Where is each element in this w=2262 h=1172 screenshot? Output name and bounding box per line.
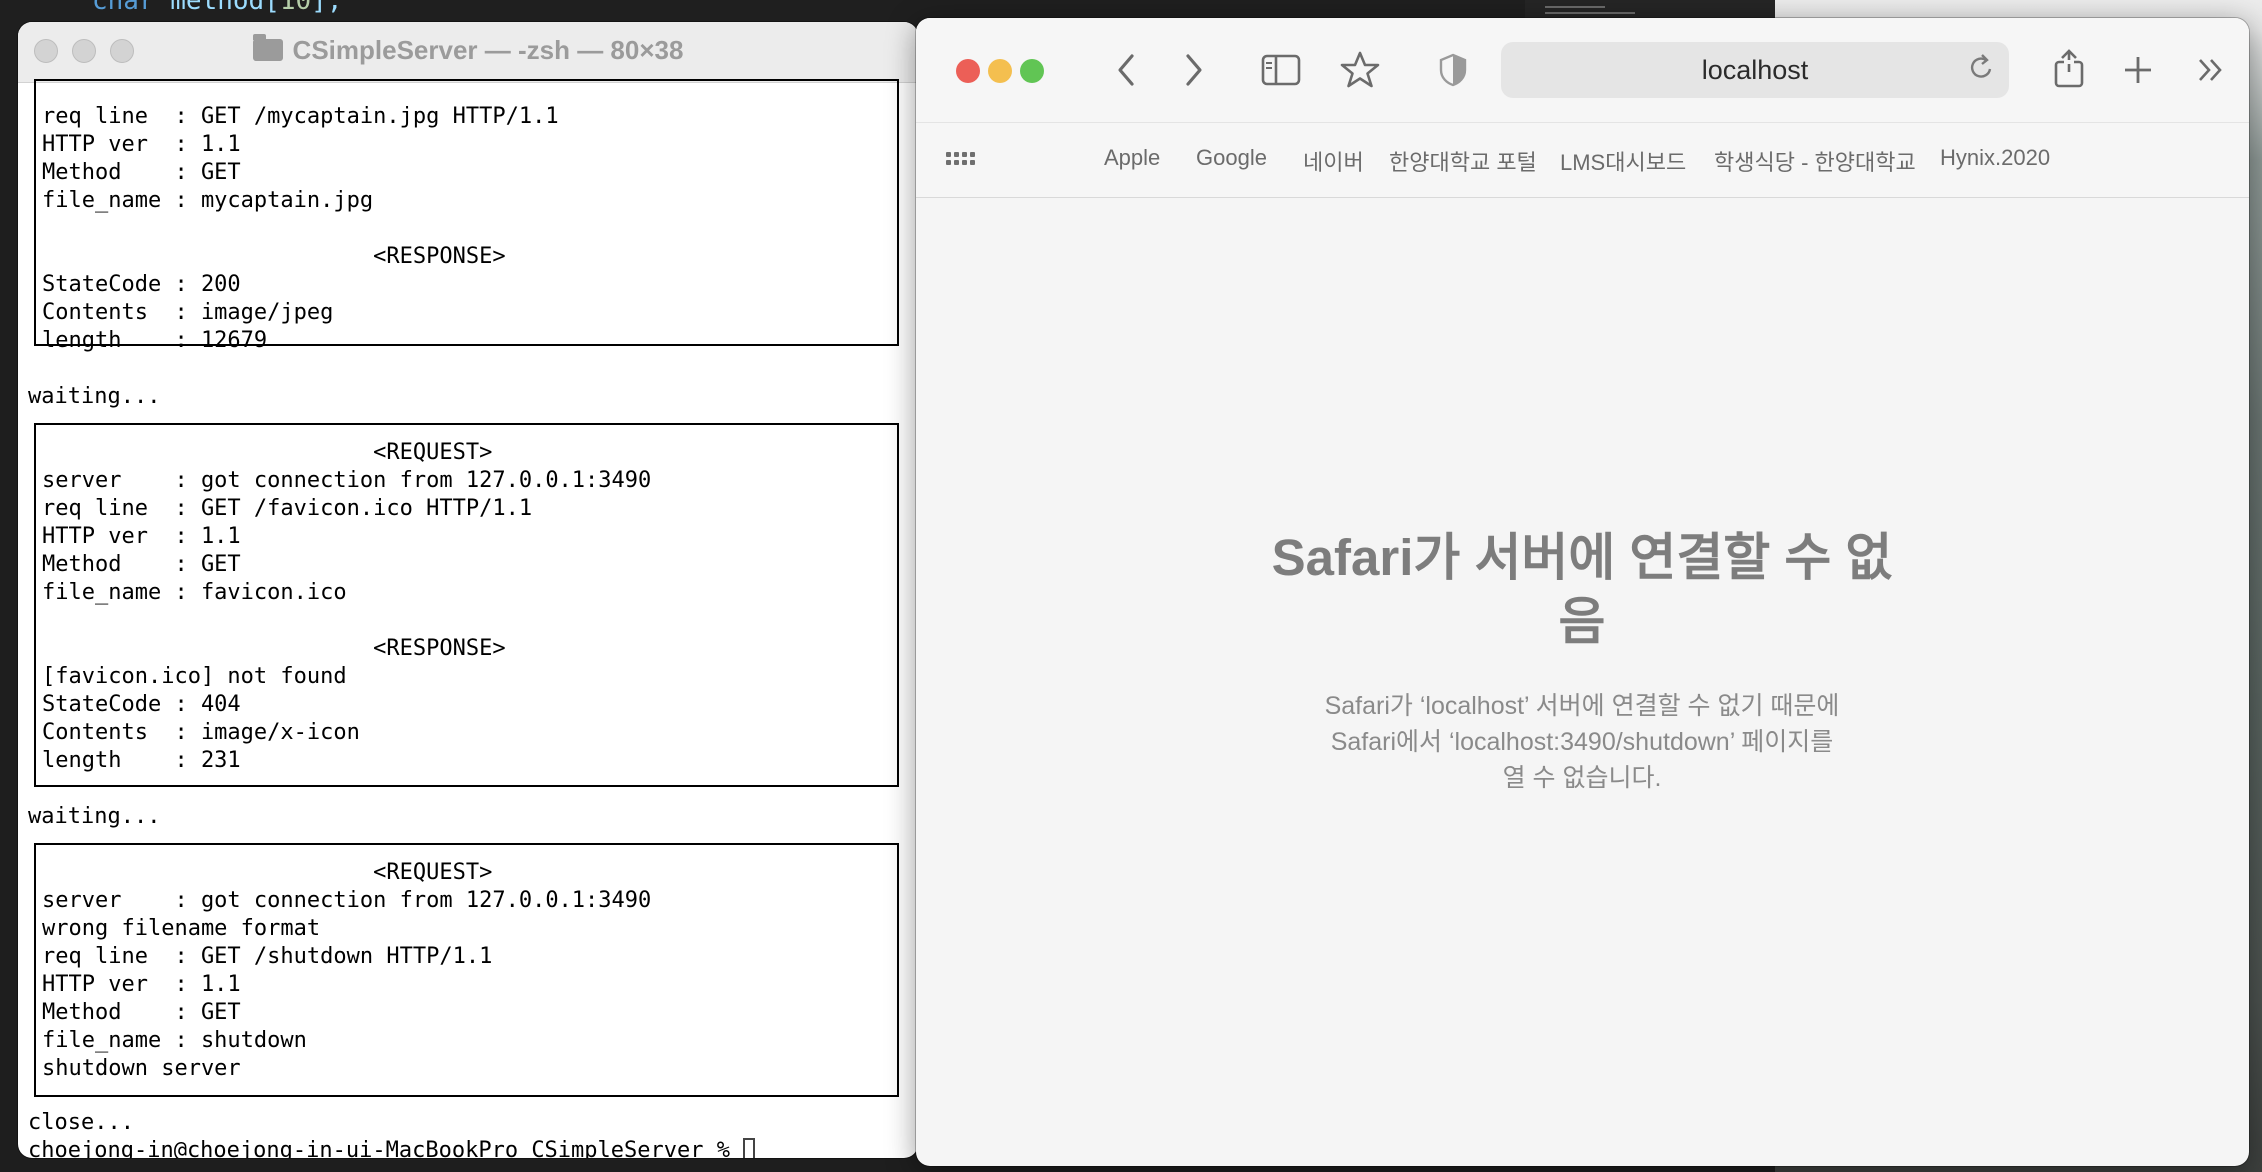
log-line: wrong filename format [42,916,321,941]
terminal-titlebar[interactable]: CSimpleServer — -zsh — 80×38 [18,22,918,83]
shell-prompt[interactable]: choejong-in@choejong-in-ui-MacBookPro CS… [28,1137,756,1158]
favorite-naver[interactable]: 네이버 [1303,145,1364,177]
shield-icon[interactable] [1438,52,1468,88]
reload-icon[interactable] [1969,52,1995,82]
new-tab-icon[interactable] [2122,54,2154,86]
address-bar[interactable]: localhost [1501,42,2009,98]
log-line: server : got connection from 127.0.0.1:3… [42,468,652,493]
log-line: <RESPONSE> [42,636,506,661]
favorite-lms-dashboard[interactable]: LMS대시보드 [1560,145,1686,177]
terminal-title: CSimpleServer — -zsh — 80×38 [18,34,918,66]
waiting-line: waiting... [28,804,161,829]
favorite-apple[interactable]: Apple [1104,145,1160,171]
favorite-student-cafeteria[interactable]: 학생식당 - 한양대학교 [1714,145,1916,177]
terminal-output[interactable]: req line : GET /mycaptain.jpg HTTP/1.1 H… [18,79,918,1158]
log-line: file_name : shutdown [42,1028,307,1053]
error-title: Safari가 서버에 연결할 수 없 음 [1271,529,1893,650]
log-line: file_name : favicon.ico [42,580,347,605]
forward-icon[interactable] [1182,52,1206,88]
url-text: localhost [1701,55,1809,85]
log-line: Method : GET [42,1000,241,1025]
more-icon[interactable] [2196,56,2226,84]
safari-zoom-button[interactable] [1020,59,1044,83]
favorite-google[interactable]: Google [1196,145,1267,171]
log-line: file_name : mycaptain.jpg [42,188,374,213]
log-line: HTTP ver : 1.1 [42,524,241,549]
back-icon[interactable] [1114,52,1138,88]
editor-code-line: char method[10]; [92,0,343,16]
log-line: <RESPONSE> [42,244,506,269]
safari-minimize-button[interactable] [988,59,1012,83]
log-line: req line : GET /favicon.ico HTTP/1.1 [42,496,533,521]
share-icon[interactable] [2052,48,2086,88]
log-line: shutdown server [42,1056,241,1081]
log-line: length : 231 [42,748,241,773]
folder-icon [252,34,283,61]
log-line: length : 12679 [42,328,268,353]
favorite-hynix[interactable]: Hynix.2020 [1940,145,2050,171]
waiting-line: waiting... [28,384,161,409]
log-line: Method : GET [42,160,241,185]
favorite-hanyang-portal[interactable]: 한양대학교 포털 [1389,145,1537,177]
error-message: Safari가 ‘localhost’ 서버에 연결할 수 없기 때문에 Saf… [1324,692,1840,792]
safari-window[interactable]: localhost Apple Google 네이버 한양대학교 포털 LMS대… [916,18,2249,1166]
log-line: Contents : image/x-icon [42,720,360,745]
log-line: HTTP ver : 1.1 [42,132,241,157]
log-line: HTTP ver : 1.1 [42,972,241,997]
log-line: Contents : image/jpeg [42,300,334,325]
log-line: [favicon.ico] not found [42,664,347,689]
log-line: server : got connection from 127.0.0.1:3… [42,888,652,913]
favorites-bar: Apple Google 네이버 한양대학교 포털 LMS대시보드 학생식당 -… [916,122,2249,198]
log-line: StateCode : 404 [42,692,241,717]
safari-toolbar: localhost [916,18,2249,122]
star-icon[interactable] [1340,50,1380,90]
terminal-window[interactable]: CSimpleServer — -zsh — 80×38 req line : … [18,22,918,1158]
log-line: <REQUEST> [42,860,493,885]
log-line: req line : GET /mycaptain.jpg HTTP/1.1 [42,104,559,129]
safari-close-button[interactable] [956,59,980,83]
grid-icon[interactable] [946,152,976,170]
log-line: <REQUEST> [42,440,493,465]
log-line: StateCode : 200 [42,272,241,297]
log-line: req line : GET /shutdown HTTP/1.1 [42,944,493,969]
close-line: close... [28,1110,134,1135]
sidebar-icon[interactable] [1261,54,1301,86]
text-cursor [743,1138,756,1158]
log-line: Method : GET [42,552,241,577]
